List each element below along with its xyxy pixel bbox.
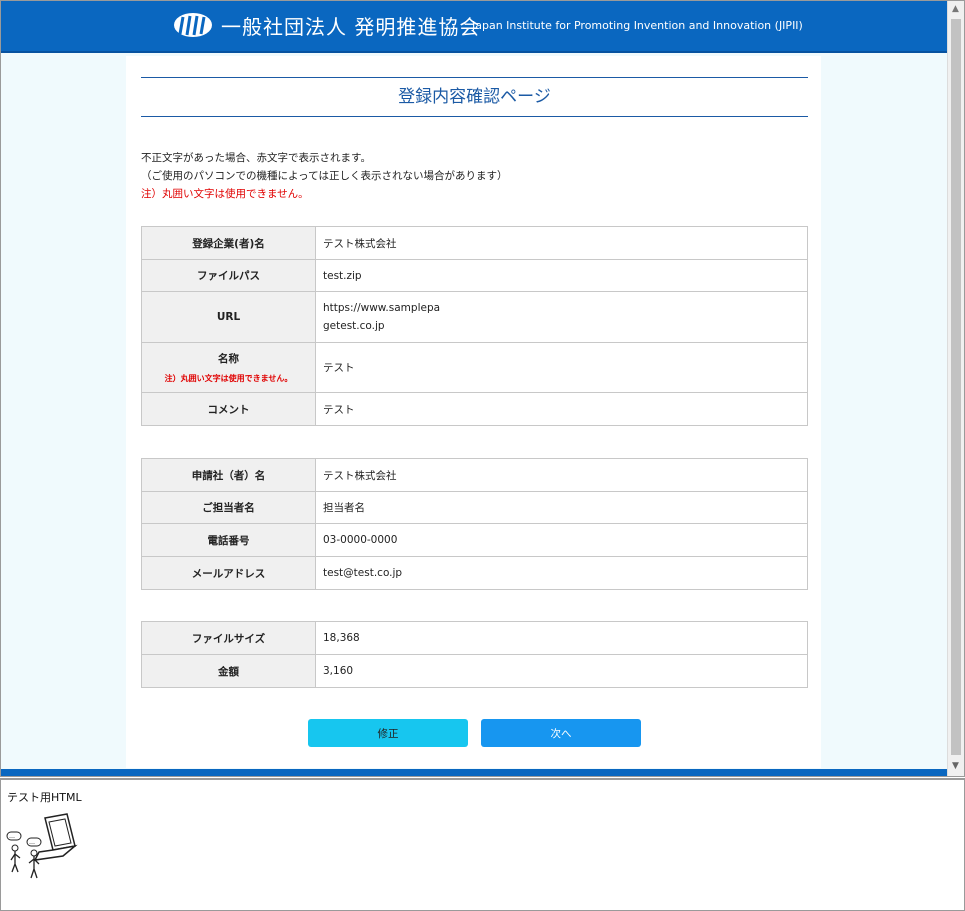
- scroll-up-arrow-icon[interactable]: ▲: [952, 4, 959, 14]
- table-row: 名称 注）丸囲い文字は使用できません。 テスト: [141, 342, 808, 393]
- applicant-company-value: テスト株式会社: [315, 458, 808, 492]
- org-name-jp: 一般社団法人 発明推進協会: [221, 15, 481, 39]
- comment-value: テスト: [315, 392, 808, 426]
- registration-table: 登録企業(者)名 テスト株式会社 ファイルパス test.zip URL htt…: [141, 226, 808, 426]
- bottom-frame-label: テスト用HTML: [7, 791, 82, 804]
- next-button[interactable]: 次へ: [481, 719, 641, 747]
- name-label-cell: 名称 注）丸囲い文字は使用できません。: [141, 342, 316, 393]
- applicant-table: 申請社（者）名 テスト株式会社 ご担当者名 担当者名 電話番号 03-0000-…: [141, 458, 808, 590]
- svg-text:…: …: [29, 839, 35, 846]
- table-row: 登録企業(者)名 テスト株式会社: [141, 226, 808, 260]
- note-device-dependent: （ご使用のパソコンでの機種によっては正しく表示されない場合があります）: [141, 170, 508, 182]
- table-row: コメント テスト: [141, 392, 808, 426]
- url-value-line1: https://www.samplepa: [323, 302, 441, 314]
- company-value: テスト株式会社: [315, 226, 808, 260]
- amount-value: 3,160: [315, 654, 808, 688]
- edit-button[interactable]: 修正: [308, 719, 468, 747]
- note-circled-chars: 注）丸囲い文字は使用できません。: [141, 188, 309, 200]
- comment-label: コメント: [141, 392, 316, 426]
- table-row: ご担当者名 担当者名: [141, 491, 808, 524]
- page-title: 登録内容確認ページ: [398, 87, 551, 107]
- applicant-company-label: 申請社（者）名: [141, 458, 316, 492]
- url-label: URL: [141, 291, 316, 343]
- url-value: https://www.samplepa getest.co.jp: [315, 291, 808, 343]
- main-frame: 一般社団法人 発明推進協会 Japan Institute for Promot…: [0, 0, 965, 777]
- phone-value: 03-0000-0000: [315, 523, 808, 557]
- url-value-line2: getest.co.jp: [323, 320, 385, 332]
- filesize-label: ファイルサイズ: [141, 621, 316, 655]
- table-row: 金額 3,160: [141, 654, 808, 688]
- filepath-value: test.zip: [315, 259, 808, 292]
- table-row: ファイルパス test.zip: [141, 259, 808, 292]
- org-name-en: Japan Institute for Promoting Invention …: [472, 19, 803, 32]
- content-panel: 登録内容確認ページ 不正文字があった場合、赤文字で表示されます。 （ご使用のパソ…: [126, 56, 821, 768]
- page-title-box: 登録内容確認ページ: [141, 77, 808, 117]
- email-value: test@test.co.jp: [315, 556, 808, 590]
- filepath-label: ファイルパス: [141, 259, 316, 292]
- fee-table: ファイルサイズ 18,368 金額 3,160: [141, 621, 808, 688]
- name-value: テスト: [315, 342, 808, 393]
- table-row: URL https://www.samplepa getest.co.jp: [141, 291, 808, 343]
- note-invalid-chars: 不正文字があった場合、赤文字で表示されます。: [141, 152, 371, 164]
- jiii-logo-icon: [174, 13, 212, 37]
- table-row: メールアドレス test@test.co.jp: [141, 556, 808, 590]
- scroll-down-arrow-icon[interactable]: ▼: [952, 761, 959, 771]
- person-value: 担当者名: [315, 491, 808, 524]
- bottom-frame: テスト用HTML … …: [0, 778, 965, 911]
- filesize-value: 18,368: [315, 621, 808, 655]
- phone-label: 電話番号: [141, 523, 316, 557]
- site-header: 一般社団法人 発明推進協会 Japan Institute for Promot…: [1, 1, 947, 53]
- name-label: 名称: [218, 353, 239, 365]
- person-label: ご担当者名: [141, 491, 316, 524]
- scrollbar-thumb[interactable]: [951, 19, 961, 755]
- table-row: 電話番号 03-0000-0000: [141, 523, 808, 557]
- email-label: メールアドレス: [141, 556, 316, 590]
- table-row: 申請社（者）名 テスト株式会社: [141, 458, 808, 492]
- company-label: 登録企業(者)名: [141, 226, 316, 260]
- amount-label: 金額: [141, 654, 316, 688]
- vertical-scrollbar[interactable]: ▲ ▼: [947, 1, 964, 776]
- svg-text:…: …: [9, 833, 15, 840]
- people-laptop-illustration-icon: … …: [6, 813, 78, 879]
- name-note: 注）丸囲い文字は使用できません。: [164, 374, 293, 383]
- table-row: ファイルサイズ 18,368: [141, 621, 808, 655]
- footer-bar: [1, 769, 947, 776]
